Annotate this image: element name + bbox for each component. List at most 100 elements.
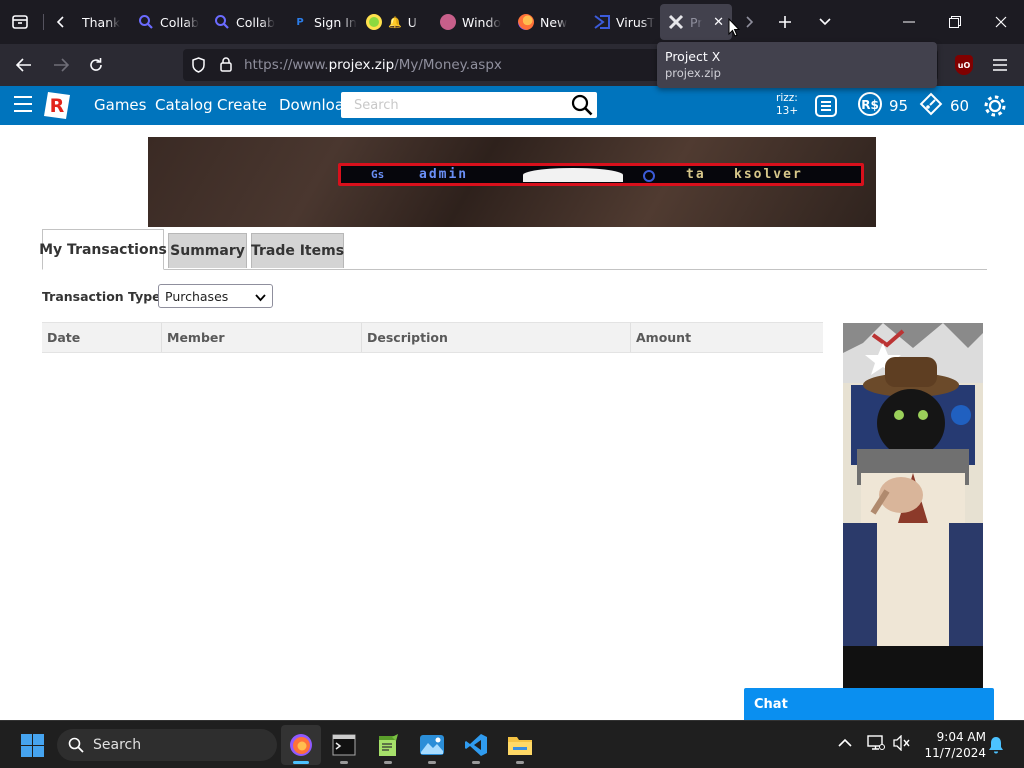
search-icon[interactable] (569, 93, 595, 117)
tab-title: U (407, 14, 417, 30)
search-icon (68, 737, 84, 757)
ublock-origin-icon[interactable]: uO (955, 55, 973, 75)
bell-icon: 🔔 (388, 15, 402, 29)
tab-trade-items[interactable]: Trade Items (251, 233, 344, 268)
restore-window-icon[interactable] (932, 0, 978, 44)
tab-title: Collab (160, 14, 199, 30)
banner-text: Gs (371, 168, 385, 181)
reload-icon[interactable] (81, 50, 111, 80)
nav-link-games[interactable]: Games (94, 96, 146, 114)
tickets-balance[interactable]: 60 (918, 91, 970, 121)
url-text[interactable]: https://www.projex.zip/My/Money.aspx (244, 57, 502, 73)
tab-title: Pr (690, 14, 703, 30)
photos-taskbar-icon[interactable] (412, 725, 452, 765)
firefox-taskbar-icon[interactable] (281, 725, 321, 765)
browser-tab[interactable]: 🔔 U (358, 4, 420, 40)
tab-tooltip: Project X projex.zip (657, 42, 937, 88)
lock-icon[interactable] (220, 57, 232, 76)
banner-text: admin (419, 167, 469, 182)
file-explorer-taskbar-icon[interactable] (500, 725, 540, 765)
transaction-type-select[interactable]: Purchases (158, 284, 273, 308)
column-header-member[interactable]: Member (162, 323, 362, 352)
age-value: 13+ (776, 105, 799, 117)
paypal-favicon-icon: P (296, 16, 304, 28)
page-tabs: My Transactions Summary Trade Items (39, 229, 987, 270)
windows-start-icon[interactable] (21, 734, 44, 757)
tracking-protection-shield-icon[interactable] (191, 57, 206, 77)
virustotal-favicon-icon (594, 14, 610, 30)
settings-gear-icon[interactable] (982, 93, 1008, 119)
banner-text: ta (686, 167, 706, 182)
nav-link-create[interactable]: Create (217, 96, 267, 114)
tab-my-transactions[interactable]: My Transactions (39, 229, 167, 270)
blade-graphic (523, 168, 623, 182)
skyscraper-ad-image[interactable] (843, 323, 983, 688)
scroll-tabs-left-icon[interactable] (46, 7, 76, 37)
tab-title: Collab (236, 14, 275, 30)
column-header-date[interactable]: Date (42, 323, 162, 352)
browser-tab[interactable]: Collab (206, 4, 280, 40)
browser-tab[interactable]: New (510, 4, 584, 40)
site-search-input[interactable] (341, 92, 566, 118)
browser-tab[interactable]: P Sign In (284, 4, 358, 40)
volume-muted-icon[interactable] (893, 734, 911, 755)
firefox-view-icon[interactable] (5, 7, 35, 37)
transactions-table-header: Date Member Description Amount (42, 322, 823, 353)
browser-tab[interactable]: VirusT (586, 4, 660, 40)
app-menu-icon[interactable] (985, 50, 1015, 80)
tooltip-subtitle: projex.zip (665, 66, 721, 80)
nav-link-catalog[interactable]: Catalog (155, 96, 213, 114)
site-logo[interactable]: R (43, 90, 71, 120)
tab-title: Windo (462, 14, 502, 30)
notepad-plus-plus-taskbar-icon[interactable] (368, 725, 408, 765)
browser-tab-active[interactable]: Pr ✕ (660, 4, 732, 40)
browser-tab[interactable]: Windo (432, 4, 506, 40)
column-header-amount[interactable]: Amount (631, 323, 823, 352)
tab-summary[interactable]: Summary (168, 233, 247, 268)
age-label: rizz: (776, 92, 798, 104)
close-window-icon[interactable] (978, 0, 1024, 44)
taskbar-clock[interactable]: 9:04 AM 11/7/2024 (920, 729, 986, 761)
banner-ad[interactable]: Gs admin ta ksolver (148, 137, 876, 227)
browser-tab-strip: Thank Collab Collab P Sign In 🔔 U Windo … (0, 0, 1024, 44)
tickets-amount: 60 (950, 97, 970, 115)
age-indicator: rizz: 13+ (776, 92, 798, 118)
tickets-icon (918, 91, 944, 121)
robux-icon: R$ (857, 91, 883, 121)
messages-icon[interactable] (814, 93, 838, 119)
menu-hamburger-icon[interactable] (14, 96, 32, 112)
tooltip-title: Project X (665, 49, 721, 64)
close-tab-icon[interactable]: ✕ (713, 15, 724, 30)
browser-tab[interactable]: Collab (130, 4, 204, 40)
clock-date: 11/7/2024 (924, 746, 986, 760)
new-tab-icon[interactable] (770, 7, 800, 37)
list-all-tabs-icon[interactable] (810, 7, 840, 37)
terminal-taskbar-icon[interactable] (324, 725, 364, 765)
tab-title: Thank (82, 14, 121, 30)
firefox-favicon-icon (518, 14, 534, 30)
chat-button[interactable]: Chat (744, 688, 994, 720)
banner-text: ksolver (734, 167, 803, 182)
site-header: R Games Catalog Create Downloads rizz: 1… (0, 86, 1024, 125)
show-hidden-icons-chevron-up-icon[interactable] (838, 737, 852, 752)
taskbar-search[interactable]: Search (57, 729, 277, 761)
windows-favicon-icon (440, 14, 456, 30)
network-icon[interactable] (867, 735, 885, 755)
forward-icon[interactable] (46, 50, 76, 80)
banner-text-strip: Gs admin ta ksolver (338, 163, 864, 186)
minimize-window-icon[interactable] (886, 0, 932, 44)
search-favicon-icon (214, 14, 230, 30)
back-icon[interactable] (9, 50, 39, 80)
transaction-type-value: Purchases (165, 288, 229, 304)
notification-bell-icon[interactable] (988, 736, 1004, 758)
search-favicon-icon (138, 14, 154, 30)
vscode-taskbar-icon[interactable] (456, 725, 496, 765)
column-header-description[interactable]: Description (362, 323, 631, 352)
project-x-favicon-icon (668, 14, 684, 30)
transaction-type-label: Transaction Type: (42, 289, 166, 304)
robux-balance[interactable]: R$ 95 (857, 91, 908, 121)
app-favicon-icon (366, 14, 382, 30)
taskbar-search-label: Search (93, 737, 142, 753)
orb-icon (643, 170, 655, 182)
tab-title: VirusT (616, 14, 655, 30)
